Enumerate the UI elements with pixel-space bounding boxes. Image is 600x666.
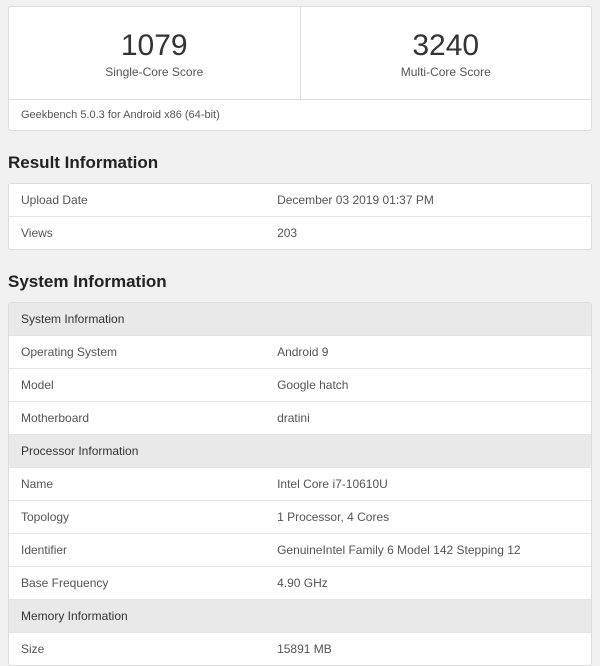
header-label: System Information [9, 303, 591, 335]
row-value: Google hatch [265, 369, 591, 401]
single-core-cell: 1079 Single-Core Score [9, 7, 301, 99]
row-value: dratini [265, 402, 591, 434]
header-label: Memory Information [9, 600, 591, 632]
table-row: Operating System Android 9 [9, 335, 591, 368]
table-row: Name Intel Core i7-10610U [9, 467, 591, 500]
row-key: Size [9, 633, 265, 665]
row-value: 203 [265, 217, 591, 249]
row-value: 1 Processor, 4 Cores [265, 501, 591, 533]
score-card: 1079 Single-Core Score 3240 Multi-Core S… [8, 6, 592, 131]
row-key: Upload Date [9, 184, 265, 216]
single-core-label: Single-Core Score [9, 65, 300, 79]
table-row: Identifier GenuineIntel Family 6 Model 1… [9, 533, 591, 566]
row-key: Topology [9, 501, 265, 533]
table-row: Upload Date December 03 2019 01:37 PM [9, 184, 591, 216]
row-key: Base Frequency [9, 567, 265, 599]
table-row: Views 203 [9, 216, 591, 249]
row-key: Name [9, 468, 265, 500]
multi-core-label: Multi-Core Score [301, 65, 592, 79]
table-header: Memory Information [9, 599, 591, 632]
result-info-title: Result Information [8, 153, 600, 173]
multi-core-cell: 3240 Multi-Core Score [301, 7, 592, 99]
single-core-value: 1079 [9, 29, 300, 62]
row-key: Identifier [9, 534, 265, 566]
header-label: Processor Information [9, 435, 591, 467]
score-footer: Geekbench 5.0.3 for Android x86 (64-bit) [9, 99, 591, 130]
row-value: 4.90 GHz [265, 567, 591, 599]
result-info-table: Upload Date December 03 2019 01:37 PM Vi… [8, 183, 592, 250]
table-row: Size 15891 MB [9, 632, 591, 665]
row-value: Intel Core i7-10610U [265, 468, 591, 500]
row-value: December 03 2019 01:37 PM [265, 184, 591, 216]
row-key: Operating System [9, 336, 265, 368]
row-key: Views [9, 217, 265, 249]
score-row: 1079 Single-Core Score 3240 Multi-Core S… [9, 7, 591, 99]
table-row: Model Google hatch [9, 368, 591, 401]
row-key: Model [9, 369, 265, 401]
system-info-title: System Information [8, 272, 600, 292]
row-value: GenuineIntel Family 6 Model 142 Stepping… [265, 534, 591, 566]
table-row: Base Frequency 4.90 GHz [9, 566, 591, 599]
multi-core-value: 3240 [301, 29, 592, 62]
table-row: Motherboard dratini [9, 401, 591, 434]
row-key: Motherboard [9, 402, 265, 434]
table-header: Processor Information [9, 434, 591, 467]
table-row: Topology 1 Processor, 4 Cores [9, 500, 591, 533]
row-value: 15891 MB [265, 633, 591, 665]
table-header: System Information [9, 303, 591, 335]
row-value: Android 9 [265, 336, 591, 368]
system-info-table: System Information Operating System Andr… [8, 302, 592, 666]
